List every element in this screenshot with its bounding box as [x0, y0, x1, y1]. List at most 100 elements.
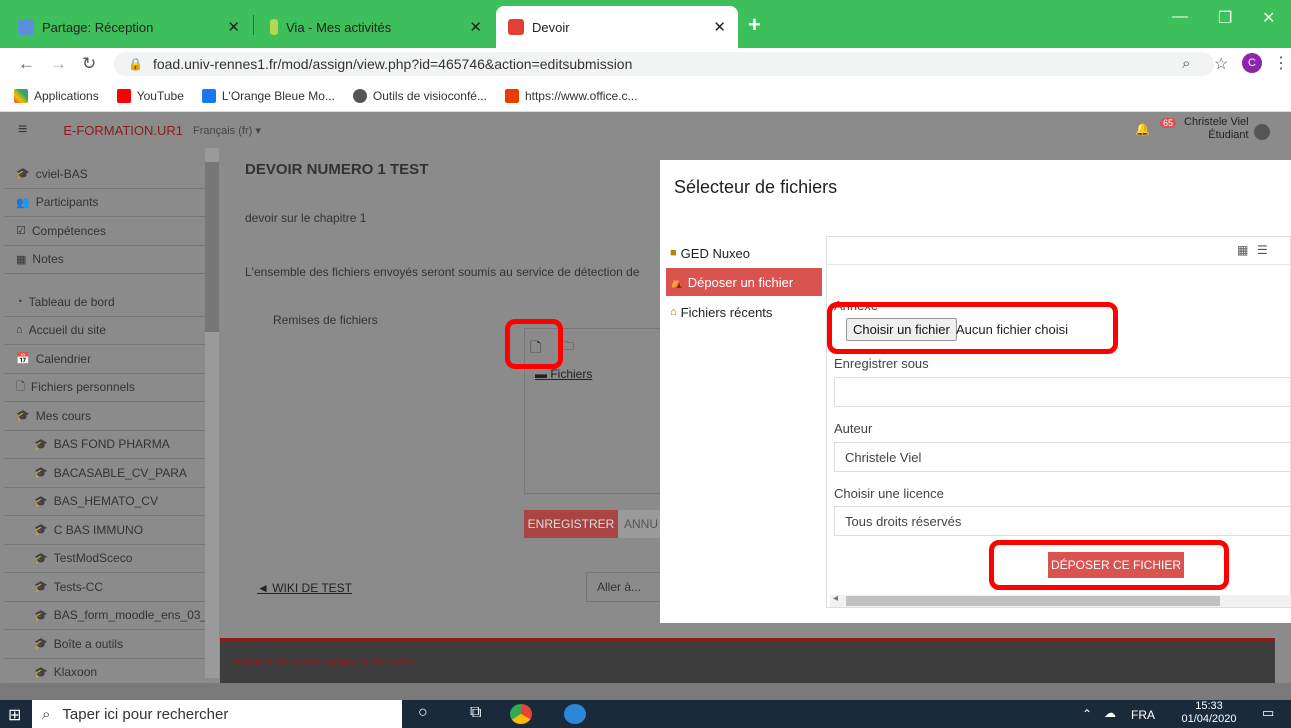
sidebar-item[interactable]: ▦ Notes	[4, 246, 209, 274]
prev-activity-link[interactable]: ◄ WIKI DE TEST	[257, 581, 352, 595]
sidebar-scrollbar[interactable]	[205, 148, 219, 678]
sidebar-nav: 🎓 cviel-BAS 👥 Participants ☑ Compétences ▦ Note…	[0, 148, 220, 687]
tab-devoir[interactable]: Devoir ✕	[496, 6, 738, 48]
bell-icon[interactable]: 🔔	[1135, 122, 1150, 136]
sidebar-item[interactable]: 🎓 BACASABLE_CV_PARA	[4, 459, 209, 488]
sidebar-item-label: Participants	[35, 195, 99, 210]
user-menu[interactable]: Christele Viel Étudiant	[1184, 116, 1249, 142]
close-tab-icon[interactable]: ✕	[227, 18, 240, 36]
clock[interactable]: 15:33 01/04/2020	[1168, 700, 1250, 726]
sidebar-scroll-thumb[interactable]	[205, 162, 219, 332]
sidebar-item[interactable]: 🎓 Tests-CC	[4, 573, 209, 602]
zoom-icon[interactable]: ⌕	[1182, 55, 1190, 72]
graduation-cap-icon: 🎓	[16, 168, 30, 181]
author-field[interactable]: Christele Viel	[834, 442, 1291, 472]
sidebar-item[interactable]: 👥 Participants	[4, 189, 209, 217]
scroll-left-icon[interactable]: ◂	[833, 593, 838, 604]
save-button[interactable]: ENREGISTRER	[524, 510, 618, 538]
sidebar-item[interactable]: 🎓 cviel-BAS	[4, 160, 209, 189]
sidebar-item[interactable]: 🎓 Mes cours	[4, 402, 209, 431]
create-folder-icon[interactable]: 🗀	[562, 337, 574, 358]
bookmark-applications[interactable]: Applications	[14, 88, 99, 103]
list-view-icon[interactable]: ☰	[1257, 243, 1268, 257]
sidebar-item[interactable]: 🎓 BAS_HEMATO_CV	[4, 488, 209, 516]
message-count-badge[interactable]: 65	[1160, 118, 1177, 128]
sidebar-item[interactable]: 🎓 BAS FOND PHARMA	[4, 431, 209, 459]
site-brand[interactable]: E-FORMATION.UR1	[63, 123, 183, 138]
bookmark-visio[interactable]: Outils de visioconfé...	[352, 88, 487, 103]
windows-start-icon[interactable]: ⊞	[8, 705, 21, 725]
upload-panel-hscrollbar[interactable]: ◂	[830, 593, 1291, 607]
sidebar-item-label: Calendrier	[35, 351, 92, 366]
chrome-taskbar-icon[interactable]	[510, 704, 532, 724]
facebook-icon	[201, 88, 216, 103]
hamburger-menu-icon[interactable]: ≡	[18, 121, 27, 139]
icon-view-icon[interactable]: ▦	[1237, 243, 1248, 257]
forward-icon[interactable]: →	[50, 54, 67, 74]
tab-separator	[253, 15, 254, 35]
close-window-icon[interactable]: ✕	[1262, 8, 1275, 28]
sidebar-item[interactable]: 📅 Calendrier	[4, 345, 209, 374]
folder-fichiers[interactable]: ▬ Fichiers	[535, 367, 592, 381]
close-tab-icon[interactable]: ✕	[713, 18, 726, 36]
assignment-description: devoir sur le chapitre 1	[245, 211, 367, 225]
tab-title: Via - Mes activités	[286, 19, 392, 35]
teamviewer-taskbar-icon[interactable]	[564, 704, 586, 724]
save-as-field[interactable]	[834, 377, 1291, 407]
task-view-icon[interactable]: ⧉	[470, 704, 481, 722]
site-top-nav: ≡ E-FORMATION.UR1 Français (fr) ▾ 🔔 65 C…	[0, 112, 1291, 148]
submissions-label: Remises de fichiers	[273, 313, 378, 327]
check-square-icon: ☑	[16, 225, 26, 238]
sidebar-item[interactable]: 🎓 C BAS IMMUNO	[4, 516, 209, 545]
minimize-icon[interactable]: —	[1172, 8, 1188, 26]
language-menu[interactable]: Français (fr) ▾	[193, 124, 261, 137]
sidebar-item[interactable]: ◔ Tableau de bord	[4, 288, 209, 317]
url-field[interactable]: 🔒 foad.univ-rennes1.fr/mod/assign/view.p…	[114, 52, 1214, 76]
profile-avatar[interactable]: C	[1242, 53, 1262, 73]
repo-ged-nuxeo[interactable]: ■ GED Nuxeo	[666, 239, 822, 267]
sidebar-item[interactable]: ☑ Compétences	[4, 217, 209, 246]
bookmark-office[interactable]: https://www.office.c...	[504, 88, 637, 103]
sidebar-item[interactable]: ⌂ Accueil du site	[4, 317, 209, 345]
tab-via-mes-activites[interactable]: Via - Mes activités ✕	[258, 6, 494, 48]
star-bookmark-icon[interactable]: ☆	[1214, 54, 1228, 74]
notifications-icon[interactable]: ▭	[1262, 705, 1274, 721]
graduation-cap-icon: 🎓	[34, 438, 48, 451]
language-indicator[interactable]: FRA	[1131, 708, 1155, 722]
sidebar-item[interactable]: 🎓 Klaxoon	[4, 659, 209, 687]
restore-icon[interactable]: ❐	[1218, 8, 1232, 28]
author-label: Auteur	[834, 421, 873, 436]
onedrive-icon[interactable]: ☁	[1104, 706, 1116, 720]
new-tab-icon[interactable]: +	[748, 12, 761, 38]
sidebar-item-label: BACASABLE_CV_PARA	[53, 465, 187, 480]
bookmark-orange-bleue[interactable]: L'Orange Bleue Mo...	[201, 88, 335, 103]
tab-partage-reception[interactable]: Partage: Réception ✕	[6, 6, 252, 48]
reload-icon[interactable]: ↻	[82, 54, 96, 74]
menu-kebab-icon[interactable]: ⋮	[1273, 53, 1289, 73]
sidebar-item[interactable]: 🗋 Fichiers personnels	[4, 374, 209, 402]
tray-chevron-icon[interactable]: ⌃	[1082, 707, 1092, 721]
cortana-icon[interactable]: ○	[418, 704, 428, 722]
taskbar-search[interactable]: ⌕ Taper ici pour rechercher	[32, 700, 402, 728]
highlight-choose-file	[827, 302, 1118, 354]
youtube-icon	[116, 88, 131, 103]
graduation-cap-icon: 🎓	[16, 410, 30, 423]
close-tab-icon[interactable]: ✕	[469, 18, 482, 36]
cancel-button[interactable]: ANNU	[618, 510, 662, 538]
license-select[interactable]: Tous droits réservés	[834, 506, 1291, 536]
jump-to-select[interactable]: Aller à...	[586, 572, 662, 602]
hscroll-thumb[interactable]	[846, 596, 1220, 606]
graduation-cap-icon: 🎓	[34, 581, 48, 594]
save-as-label: Enregistrer sous	[834, 356, 929, 371]
bookmark-youtube[interactable]: YouTube	[116, 88, 184, 103]
file-picker-title: Sélecteur de fichiers	[674, 177, 838, 197]
nuxeo-icon: ■	[670, 247, 677, 259]
sidebar-item[interactable]: 🎓 TestModSceco	[4, 545, 209, 573]
sidebar-item[interactable]: 🎓 BAS_form_moodle_ens_03_20	[4, 602, 209, 630]
data-retention-link[interactable]: Résumé de conservation de données	[232, 657, 1275, 669]
sidebar-item[interactable]: 🎓 Boîte a outils	[4, 630, 209, 659]
repo-recent-files[interactable]: ⌂ Fichiers récents	[666, 298, 822, 326]
repo-upload-file[interactable]: ⛺ Déposer un fichier	[666, 268, 822, 296]
user-avatar[interactable]	[1254, 124, 1270, 140]
back-icon[interactable]: ←	[18, 54, 35, 74]
